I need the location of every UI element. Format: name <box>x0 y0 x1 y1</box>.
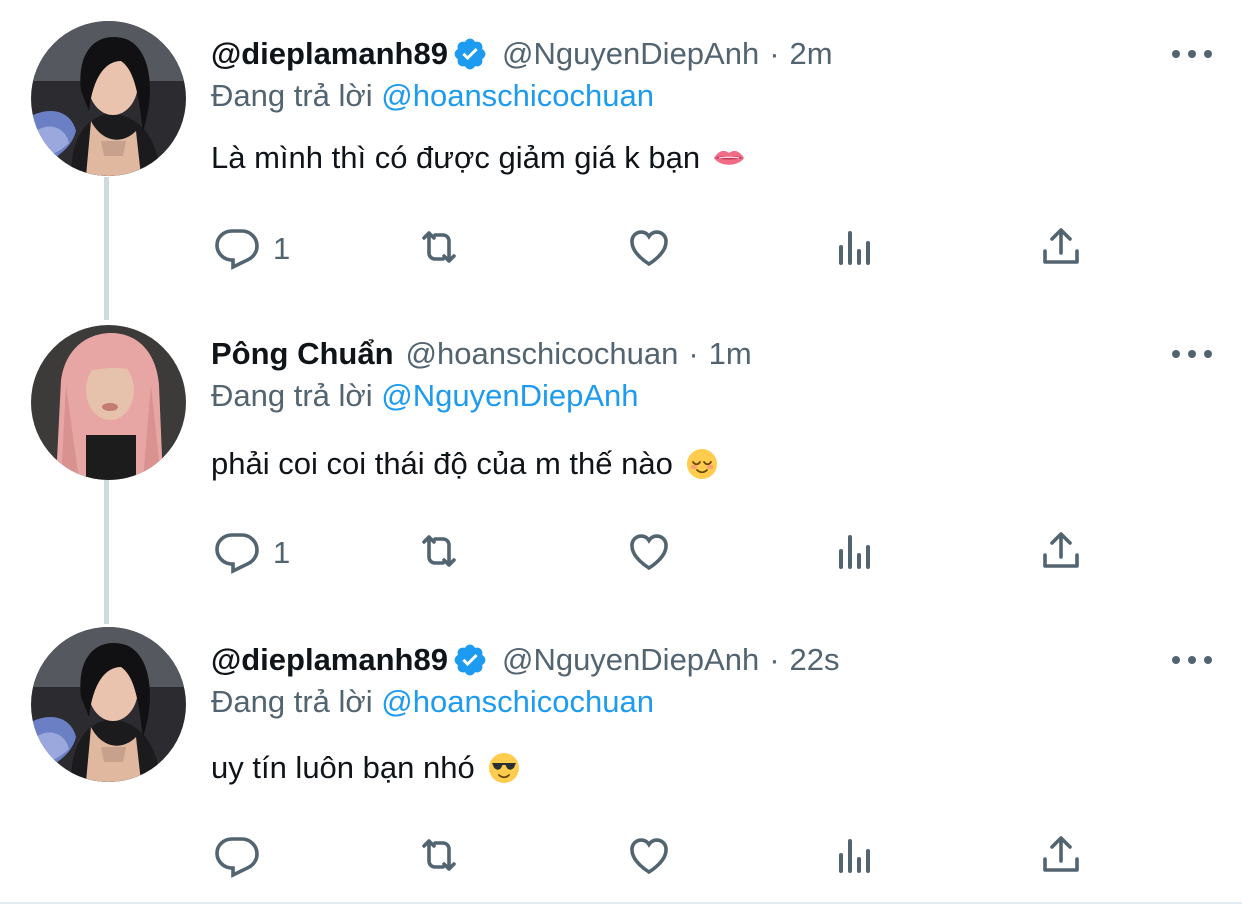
retweet-icon <box>415 223 463 276</box>
retweet-button[interactable] <box>415 832 463 882</box>
replying-to: Đang trả lời @hoanschicochuan <box>211 684 654 720</box>
tweet-text: phải coi coi thái độ của m thế nào <box>211 446 719 482</box>
verified-badge-icon <box>452 36 488 72</box>
divider <box>0 902 1242 904</box>
display-name[interactable]: Pông Chuẩn <box>211 336 394 372</box>
analytics-button[interactable] <box>831 224 879 274</box>
retweet-button[interactable] <box>415 224 463 274</box>
analytics-button[interactable] <box>831 832 879 882</box>
woman-pink-hair-avatar-icon <box>31 325 186 480</box>
display-name[interactable]: @dieplamanh89 <box>211 36 448 72</box>
retweet-icon <box>415 527 463 580</box>
retweet-icon <box>415 831 463 884</box>
share-icon <box>1037 223 1085 276</box>
reply-to-link[interactable]: @hoanschicochuan <box>381 78 654 113</box>
reply-button[interactable]: 1 <box>213 224 290 274</box>
heart-icon <box>625 831 673 884</box>
separator-dot: · <box>769 642 780 677</box>
share-icon <box>1037 527 1085 580</box>
avatar[interactable] <box>31 627 186 782</box>
retweet-button[interactable] <box>415 528 463 578</box>
more-options-icon[interactable] <box>1172 42 1212 66</box>
share-icon <box>1037 831 1085 884</box>
tweet-text-content: Là mình thì có được giảm giá k bạn <box>211 140 701 175</box>
share-button[interactable] <box>1037 224 1085 274</box>
reply-prefix: Đang trả lời <box>211 78 373 113</box>
reply-icon <box>213 527 261 580</box>
reply-button[interactable]: 1 <box>213 528 290 578</box>
verified-badge-icon <box>452 642 488 678</box>
more-options-icon[interactable] <box>1172 342 1212 366</box>
user-handle[interactable]: @hoanschicochuan <box>406 336 679 372</box>
share-button[interactable] <box>1037 528 1085 578</box>
analytics-button[interactable] <box>831 528 879 578</box>
tweet[interactable]: @dieplamanh89 @NguyenDiepAnh · 22s Đang … <box>0 627 1242 902</box>
heart-icon <box>625 223 673 276</box>
like-button[interactable] <box>625 224 673 274</box>
relieved-face-emoji-icon <box>685 447 719 481</box>
timestamp[interactable]: 1m <box>709 336 752 372</box>
like-button[interactable] <box>625 832 673 882</box>
reply-icon <box>213 223 261 276</box>
tweet-actions <box>213 832 1113 882</box>
timestamp[interactable]: 22s <box>790 642 840 678</box>
tweet-text: Là mình thì có được giảm giá k bạn <box>211 140 746 176</box>
analytics-icon <box>831 223 879 276</box>
tweet-text-content: uy tín luôn bạn nhó <box>211 750 475 785</box>
avatar[interactable] <box>31 21 186 176</box>
tweet-header: @dieplamanh89 @NguyenDiepAnh · 22s <box>211 640 840 680</box>
reply-icon <box>213 831 261 884</box>
tweet[interactable]: @dieplamanh89 @NguyenDiepAnh · 2m Đang t… <box>0 21 1242 304</box>
tweet-actions: 1 <box>213 528 1113 578</box>
heart-icon <box>625 527 673 580</box>
replying-to: Đang trả lời @NguyenDiepAnh <box>211 378 638 414</box>
separator-dot: · <box>688 336 699 371</box>
tweet-header: Pông Chuẩn @hoanschicochuan · 1m <box>211 334 752 374</box>
like-button[interactable] <box>625 528 673 578</box>
reply-button[interactable] <box>213 832 273 882</box>
user-handle[interactable]: @NguyenDiepAnh <box>502 36 759 72</box>
reply-to-link[interactable]: @NguyenDiepAnh <box>381 378 638 413</box>
woman-dark-hair-avatar-icon <box>31 627 186 782</box>
tweet-text-content: phải coi coi thái độ của m thế nào <box>211 446 673 481</box>
replying-to: Đang trả lời @hoanschicochuan <box>211 78 654 114</box>
tweet[interactable]: Pông Chuẩn @hoanschicochuan · 1m Đang tr… <box>0 325 1242 604</box>
woman-dark-hair-avatar-icon <box>31 21 186 176</box>
share-button[interactable] <box>1037 832 1085 882</box>
tweet-header: @dieplamanh89 @NguyenDiepAnh · 2m <box>211 34 833 74</box>
sunglasses-face-emoji-icon <box>487 751 521 785</box>
reply-prefix: Đang trả lời <box>211 378 373 413</box>
user-handle[interactable]: @NguyenDiepAnh <box>502 642 759 678</box>
tweet-actions: 1 <box>213 224 1113 274</box>
avatar[interactable] <box>31 325 186 480</box>
display-name[interactable]: @dieplamanh89 <box>211 642 448 678</box>
analytics-icon <box>831 831 879 884</box>
reply-count: 1 <box>273 231 291 266</box>
reply-to-link[interactable]: @hoanschicochuan <box>381 684 654 719</box>
reply-count: 1 <box>273 535 291 570</box>
tweet-text: uy tín luôn bạn nhó <box>211 750 521 786</box>
lips-emoji-icon <box>712 141 746 175</box>
analytics-icon <box>831 527 879 580</box>
separator-dot: · <box>769 36 780 71</box>
timestamp[interactable]: 2m <box>790 36 833 72</box>
tweet-thread: @dieplamanh89 @NguyenDiepAnh · 2m Đang t… <box>0 0 1242 910</box>
more-options-icon[interactable] <box>1172 648 1212 672</box>
reply-prefix: Đang trả lời <box>211 684 373 719</box>
